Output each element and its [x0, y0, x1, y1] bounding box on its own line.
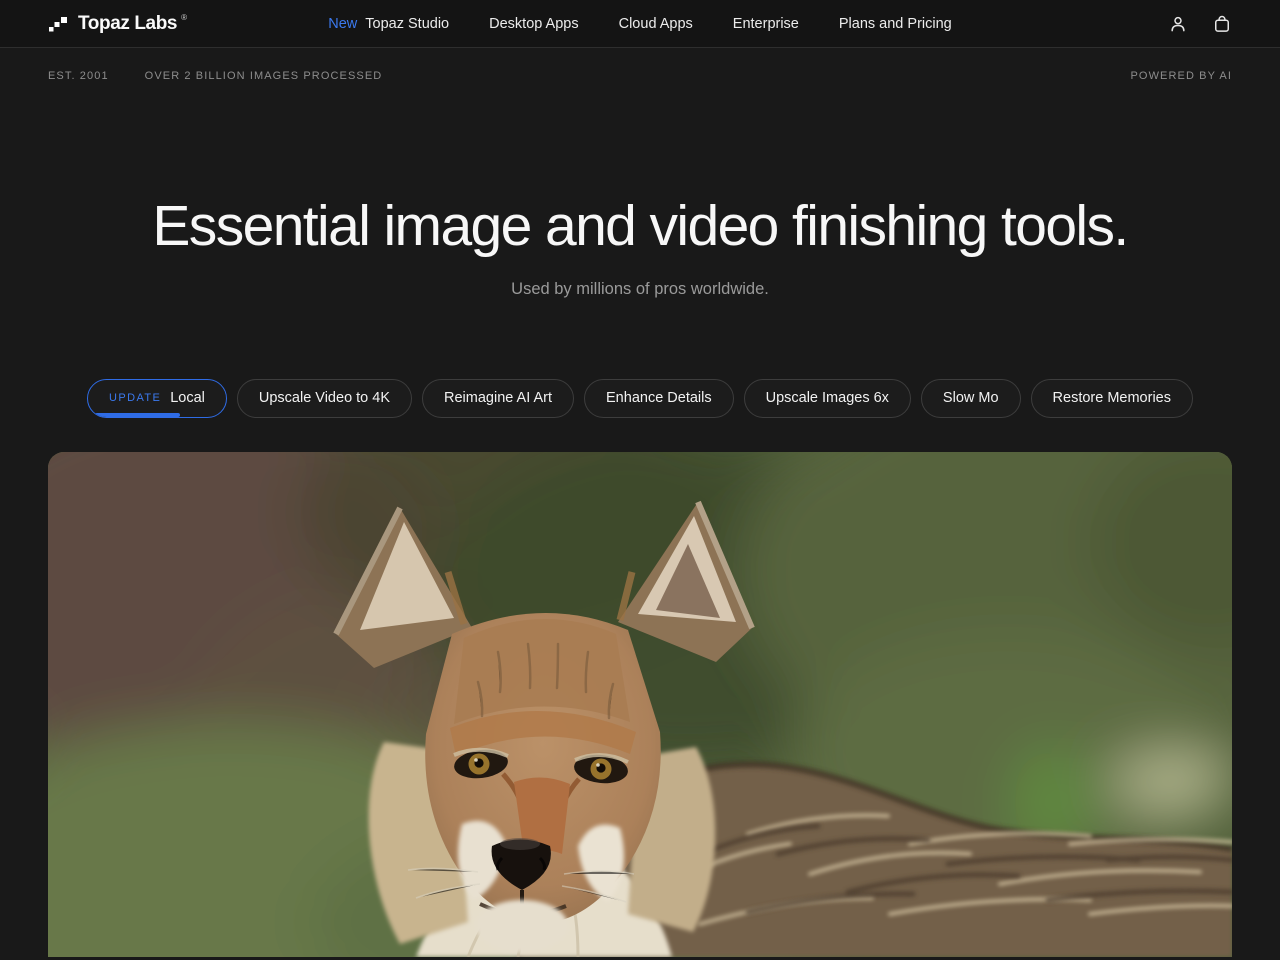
- tab-label: Restore Memories: [1053, 390, 1171, 406]
- main-nav: New Topaz Studio Desktop Apps Cloud Apps…: [328, 16, 951, 32]
- nav-item-cloud-apps[interactable]: Cloud Apps: [619, 16, 693, 32]
- brand-reg-mark: ®: [181, 13, 187, 22]
- tab-progress-bar: [95, 413, 180, 417]
- tab-label: Enhance Details: [606, 390, 712, 406]
- tab-label: Upscale Images 6x: [766, 390, 889, 406]
- nav-item-plans-pricing[interactable]: Plans and Pricing: [839, 16, 952, 32]
- tab-upscale-video[interactable]: Upscale Video to 4K: [237, 379, 412, 418]
- top-navbar: Topaz Labs ® New Topaz Studio Desktop Ap…: [0, 0, 1280, 48]
- nav-item-label: Desktop Apps: [489, 16, 578, 32]
- established-label: EST. 2001: [48, 70, 109, 82]
- nav-item-topaz-studio[interactable]: New Topaz Studio: [328, 16, 449, 32]
- cart-icon[interactable]: [1212, 14, 1232, 34]
- nav-item-enterprise[interactable]: Enterprise: [733, 16, 799, 32]
- tab-label: Reimagine AI Art: [444, 390, 552, 406]
- nav-item-label: Topaz Studio: [365, 16, 449, 32]
- brand-name: Topaz Labs: [78, 13, 177, 35]
- info-strip: EST. 2001 OVER 2 BILLION IMAGES PROCESSE…: [0, 48, 1280, 82]
- tab-reimagine-ai-art[interactable]: Reimagine AI Art: [422, 379, 574, 418]
- topaz-logo-icon: [48, 14, 68, 34]
- nav-item-label: Plans and Pricing: [839, 16, 952, 32]
- powered-by-label: POWERED BY AI: [1130, 70, 1232, 82]
- feature-tabs: UPDATE Local Upscale Video to 4K Reimagi…: [0, 379, 1280, 418]
- tab-restore-memories[interactable]: Restore Memories: [1031, 379, 1193, 418]
- brand-logo[interactable]: Topaz Labs ®: [48, 13, 193, 35]
- nav-item-label: Cloud Apps: [619, 16, 693, 32]
- tab-upscale-images[interactable]: Upscale Images 6x: [744, 379, 911, 418]
- tab-label: Upscale Video to 4K: [259, 390, 390, 406]
- nav-item-label: Enterprise: [733, 16, 799, 32]
- new-badge: New: [328, 16, 357, 32]
- tab-label: Slow Mo: [943, 390, 999, 406]
- hero-image-jackal: [48, 452, 1232, 957]
- update-badge: UPDATE: [109, 392, 161, 404]
- navbar-actions: [1168, 14, 1232, 34]
- hero-subtitle: Used by millions of pros worldwide.: [0, 280, 1280, 299]
- tab-local-update[interactable]: UPDATE Local: [87, 379, 227, 418]
- tab-label: Local: [170, 390, 205, 406]
- nav-item-desktop-apps[interactable]: Desktop Apps: [489, 16, 578, 32]
- page-title: Essential image and video finishing tool…: [0, 194, 1280, 260]
- tab-enhance-details[interactable]: Enhance Details: [584, 379, 734, 418]
- images-processed-label: OVER 2 BILLION IMAGES PROCESSED: [145, 70, 383, 82]
- account-icon[interactable]: [1168, 14, 1188, 34]
- tab-slow-mo[interactable]: Slow Mo: [921, 379, 1021, 418]
- jackal-illustration: [48, 452, 1232, 957]
